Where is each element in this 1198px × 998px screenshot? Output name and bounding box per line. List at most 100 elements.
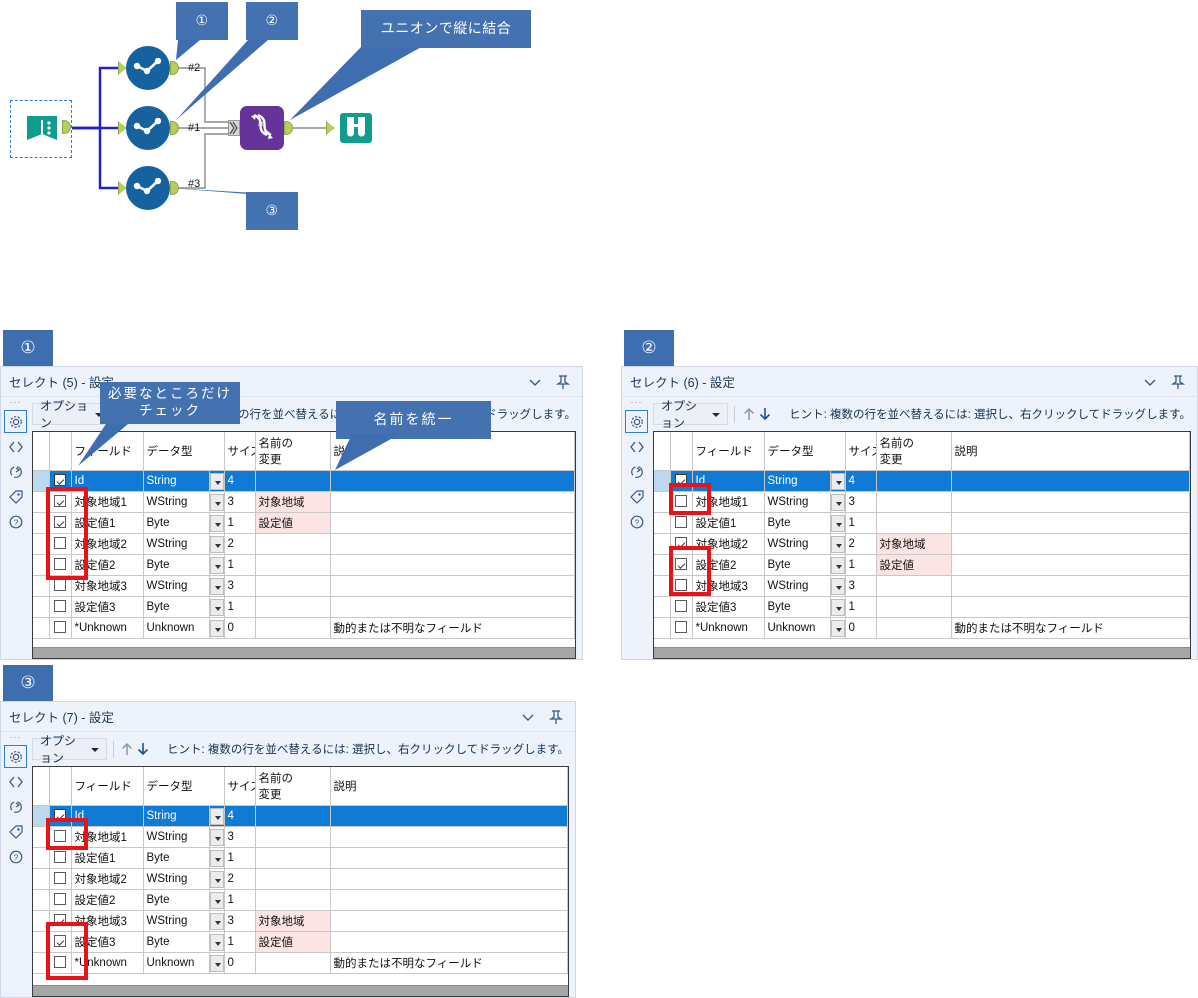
type-dropdown-cell[interactable] [830, 575, 846, 597]
field-rename-cell[interactable] [876, 617, 952, 639]
row-checkbox-cell[interactable] [49, 617, 72, 639]
field-checkbox[interactable] [54, 935, 66, 948]
type-dropdown-cell[interactable] [830, 470, 846, 492]
type-dropdown-cell[interactable] [209, 575, 225, 597]
row-checkbox-cell[interactable] [49, 575, 72, 597]
field-checkbox[interactable] [54, 872, 66, 885]
field-name-cell[interactable]: 設定値2 [71, 554, 144, 576]
field-description-cell[interactable] [330, 826, 568, 848]
row-checkbox-cell[interactable] [670, 554, 693, 576]
row-checkbox-cell[interactable] [670, 575, 693, 597]
chevron-down-icon[interactable] [830, 493, 844, 511]
field-name-cell[interactable]: 設定値1 [692, 512, 765, 534]
field-checkbox[interactable] [54, 621, 66, 634]
field-checkbox[interactable] [675, 537, 687, 550]
field-checkbox[interactable] [675, 495, 687, 508]
row-selector[interactable] [33, 952, 50, 974]
select-settings-panel-3[interactable]: セレクト (7) - 設定 ··· ? オプション ヒント: 複数の行を並べ替え… [0, 701, 576, 998]
chevron-down-icon[interactable] [830, 472, 844, 490]
field-size-cell[interactable]: 1 [224, 554, 256, 576]
type-dropdown-cell[interactable] [209, 952, 225, 974]
field-description-cell[interactable] [330, 575, 575, 597]
type-dropdown-cell[interactable] [209, 617, 225, 639]
table-row[interactable]: 対象地域3 WString 3 [33, 575, 575, 597]
chevron-down-icon[interactable] [209, 472, 223, 490]
pin-icon[interactable] [549, 709, 563, 725]
chevron-down-icon[interactable] [830, 577, 844, 595]
horizontal-scrollbar-2[interactable] [654, 647, 1190, 658]
select-settings-panel-1[interactable]: セレクト (5) - 設定 ··· ? オプション 複数の行を並べ替えるには: … [0, 366, 583, 660]
row-checkbox-cell[interactable] [670, 512, 693, 534]
table-row[interactable]: 対象地域1 WString 3 [33, 826, 568, 848]
type-dropdown-cell[interactable] [209, 868, 225, 890]
pin-icon[interactable] [1171, 374, 1185, 390]
field-name-cell[interactable]: 対象地域3 [692, 575, 765, 597]
field-name-cell[interactable]: 設定値3 [692, 596, 765, 618]
field-type-cell[interactable]: String [764, 470, 831, 492]
field-checkbox[interactable] [54, 851, 66, 864]
field-description-cell[interactable] [951, 533, 1190, 555]
field-description-cell[interactable] [330, 910, 568, 932]
field-checkbox[interactable] [54, 893, 66, 906]
field-rename-cell[interactable]: 設定値 [255, 931, 331, 953]
row-selector[interactable] [654, 491, 671, 513]
field-description-cell[interactable] [951, 596, 1190, 618]
field-rename-cell[interactable] [255, 470, 331, 492]
row-selector[interactable] [33, 470, 50, 492]
field-type-cell[interactable]: WString [764, 575, 831, 597]
row-checkbox-cell[interactable] [49, 847, 72, 869]
type-dropdown-cell[interactable] [830, 491, 846, 513]
field-checkbox[interactable] [54, 830, 66, 843]
field-checkbox[interactable] [54, 600, 66, 613]
field-checkbox[interactable] [54, 579, 66, 592]
row-selector[interactable] [33, 910, 50, 932]
field-size-cell[interactable]: 1 [224, 596, 256, 618]
field-description-cell[interactable] [330, 805, 568, 827]
field-size-cell[interactable]: 3 [845, 491, 877, 513]
refresh-icon[interactable] [4, 795, 27, 818]
field-type-cell[interactable]: WString [143, 491, 210, 513]
type-dropdown-cell[interactable] [209, 847, 225, 869]
table-row[interactable]: 設定値2 Byte 1 [33, 889, 568, 911]
field-rename-cell[interactable] [255, 533, 331, 555]
chevron-down-icon[interactable] [209, 849, 223, 867]
field-checkbox[interactable] [675, 621, 687, 634]
gear-icon[interactable] [4, 410, 27, 433]
row-checkbox-cell[interactable] [49, 826, 72, 848]
move-down-button-3[interactable] [135, 739, 151, 759]
rail-grip[interactable]: ··· [631, 398, 643, 408]
code-icon[interactable] [4, 770, 27, 793]
table-row[interactable]: Id String 4 [33, 470, 575, 492]
chevron-down-icon[interactable] [209, 828, 223, 846]
field-description-cell[interactable] [330, 931, 568, 953]
field-rename-cell[interactable] [255, 554, 331, 576]
tag-icon[interactable] [4, 820, 27, 843]
field-size-cell[interactable]: 3 [224, 910, 256, 932]
field-rename-cell[interactable] [876, 596, 952, 618]
table-row[interactable]: 設定値2 Byte 1 設定値 [654, 554, 1190, 576]
horizontal-scrollbar-3[interactable] [33, 985, 568, 996]
field-size-cell[interactable]: 1 [224, 847, 256, 869]
field-description-cell[interactable] [330, 491, 575, 513]
field-description-cell[interactable] [330, 596, 575, 618]
field-size-cell[interactable]: 1 [224, 512, 256, 534]
row-checkbox-cell[interactable] [670, 617, 693, 639]
move-up-button-2[interactable] [741, 404, 757, 424]
field-type-cell[interactable]: WString [764, 533, 831, 555]
field-name-cell[interactable]: Id [71, 470, 144, 492]
field-name-cell[interactable]: 対象地域1 [71, 491, 144, 513]
row-checkbox-cell[interactable] [49, 910, 72, 932]
field-description-cell[interactable] [330, 470, 575, 492]
field-rename-cell[interactable] [876, 512, 952, 534]
union-tool[interactable]: ab ab [240, 106, 284, 150]
field-description-cell[interactable]: 動的または不明なフィールド [330, 952, 568, 974]
field-rename-cell[interactable] [876, 575, 952, 597]
table-row[interactable]: *Unknown Unknown 0 動的または不明なフィールド [33, 952, 568, 974]
field-description-cell[interactable] [330, 889, 568, 911]
row-checkbox-cell[interactable] [670, 470, 693, 492]
field-description-cell[interactable] [951, 554, 1190, 576]
row-checkbox-cell[interactable] [670, 533, 693, 555]
chevron-down-icon[interactable] [209, 493, 223, 511]
collapse-chevron-icon[interactable] [528, 375, 542, 389]
table-row[interactable]: 対象地域2 WString 2 対象地域 [654, 533, 1190, 555]
